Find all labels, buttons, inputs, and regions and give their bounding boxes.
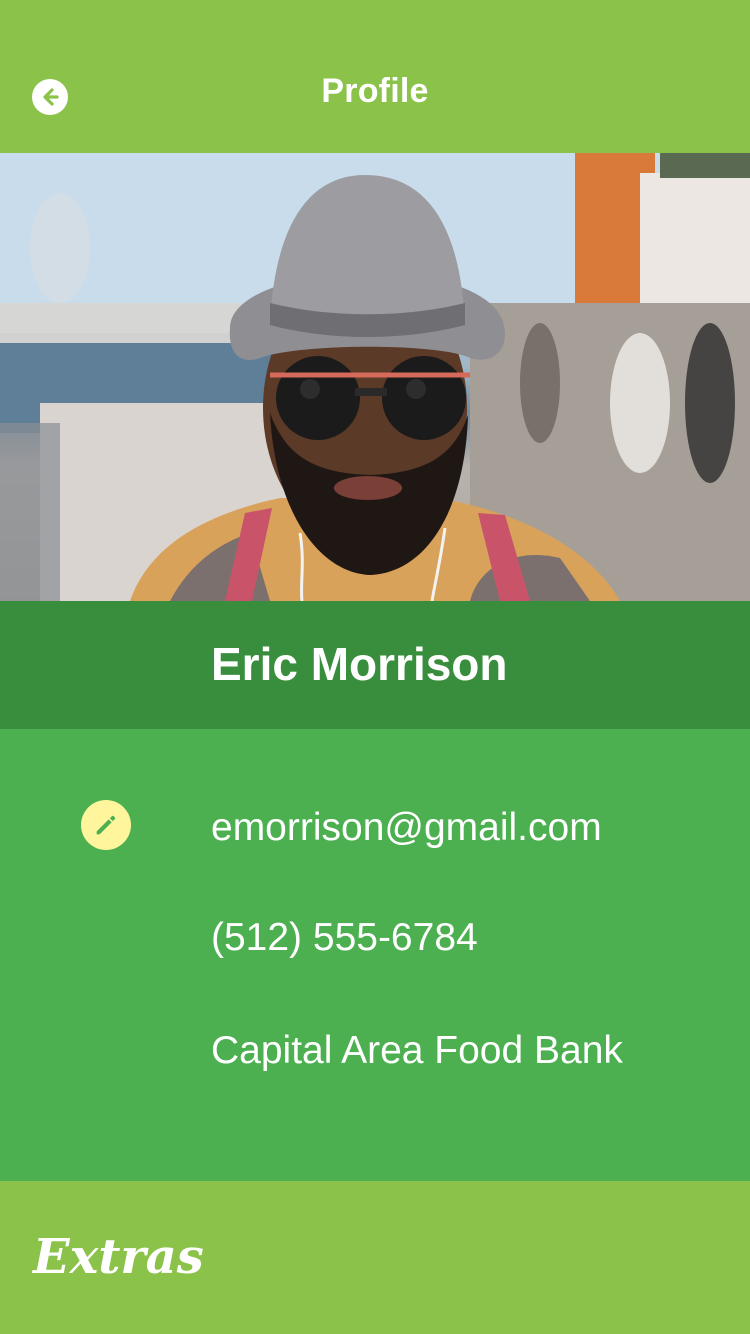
profile-photo: [0, 153, 750, 601]
email-text: emorrison@gmail.com: [211, 806, 602, 849]
contact-details: emorrison@gmail.com (512) 555-6784 Capit…: [0, 729, 750, 1181]
page-title: Profile: [321, 72, 429, 110]
organization-text: Capital Area Food Bank: [211, 1029, 623, 1072]
extras-link[interactable]: Extras: [33, 1229, 204, 1285]
phone-text: (512) 555-6784: [211, 916, 478, 959]
footer-bar: Extras: [0, 1181, 750, 1334]
profile-name: Eric Morrison: [211, 638, 508, 690]
app-header: Profile: [0, 0, 750, 153]
edit-button[interactable]: [81, 800, 131, 850]
pencil-icon: [96, 815, 116, 835]
name-bar: Eric Morrison: [0, 601, 750, 729]
